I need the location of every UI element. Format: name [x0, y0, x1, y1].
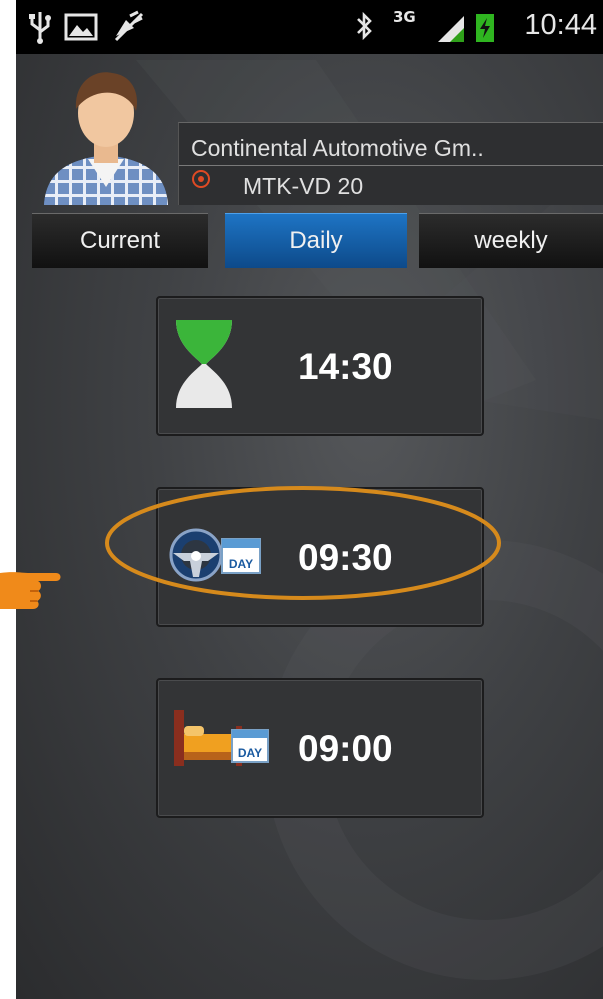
remaining-time-card[interactable]: 14:30 [156, 296, 484, 436]
network-type: 3G [393, 8, 416, 26]
highlight-ring [105, 486, 501, 600]
company-name: Continental Automotive Gm.. [191, 135, 484, 161]
status-bar: 3G 10:44 [16, 0, 603, 54]
tab-current[interactable]: Current [32, 213, 208, 268]
daily-rest-card[interactable]: DAY 09:00 [156, 678, 484, 818]
avatar[interactable] [36, 63, 176, 205]
vehicle-info-panel: Continental Automotive Gm.. MTK-VD 20 [178, 122, 603, 205]
image-icon [64, 13, 98, 41]
card-value: 14:30 [298, 346, 393, 387]
device-name: MTK-VD 20 [243, 173, 364, 199]
signal-icon [438, 16, 464, 42]
target-icon [192, 170, 210, 188]
bed-day-icon: DAY [174, 710, 269, 766]
card-value: 09:00 [298, 728, 393, 769]
battery-charging-icon [476, 14, 494, 42]
tab-weekly[interactable]: weekly [419, 213, 603, 268]
status-time: 10:44 [524, 9, 597, 41]
usb-icon [29, 12, 51, 44]
hourglass-icon [176, 320, 232, 408]
pointing-hand-icon [0, 572, 61, 609]
tab-daily[interactable]: Daily [225, 213, 407, 268]
divider [179, 165, 603, 166]
bluetooth-icon [357, 11, 372, 41]
satellite-off-icon [114, 10, 144, 42]
svg-text:DAY: DAY [238, 746, 262, 760]
